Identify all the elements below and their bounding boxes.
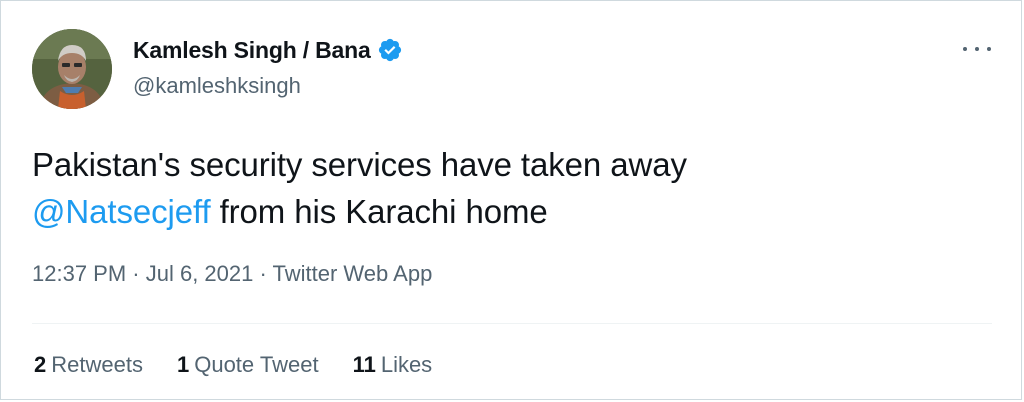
more-dot [975, 47, 979, 51]
quote-tweets-label: Quote Tweet [194, 352, 319, 377]
more-dot [963, 47, 967, 51]
avatar-image [32, 29, 112, 109]
likes-label: Likes [380, 352, 433, 377]
retweets-stat[interactable]: 2 Retweets [34, 352, 143, 378]
author-handle[interactable]: @kamleshksingh [133, 73, 301, 99]
likes-count: 11 [352, 352, 376, 377]
mention-link[interactable]: @Natsecjeff [32, 193, 211, 230]
avatar[interactable] [32, 29, 112, 109]
author-display-name[interactable]: Kamlesh Singh / Bana [133, 37, 371, 64]
verified-badge-icon [377, 37, 403, 63]
more-dot [987, 47, 991, 51]
divider [32, 323, 992, 324]
tweet-text: Pakistan's security services have taken … [32, 141, 992, 235]
likes-stat[interactable]: 11 Likes [353, 352, 433, 378]
quote-tweets-count: 1 [176, 352, 190, 377]
tweet-meta: 12:37 PM · Jul 6, 2021 · Twitter Web App [32, 261, 432, 287]
tweet-text-part: Pakistan's security services have taken … [32, 146, 687, 183]
tweet-source: Twitter Web App [272, 261, 433, 286]
retweets-label: Retweets [51, 352, 143, 377]
quote-tweets-stat[interactable]: 1 Quote Tweet [177, 352, 319, 378]
meta-separator: · [126, 261, 146, 286]
retweets-count: 2 [34, 352, 47, 377]
tweet-time[interactable]: 12:37 PM [32, 261, 126, 286]
more-options-icon[interactable] [963, 39, 991, 59]
tweet-card: Kamlesh Singh / Bana @kamleshksingh Paki… [0, 0, 1022, 400]
tweet-stats: 2 Retweets 1 Quote Tweet 11 Likes [34, 352, 466, 378]
author-name-row[interactable]: Kamlesh Singh / Bana [133, 35, 403, 65]
tweet-date[interactable]: Jul 6, 2021 [146, 261, 254, 286]
tweet-text-part: from his Karachi home [210, 193, 548, 230]
meta-separator: · [253, 261, 273, 286]
